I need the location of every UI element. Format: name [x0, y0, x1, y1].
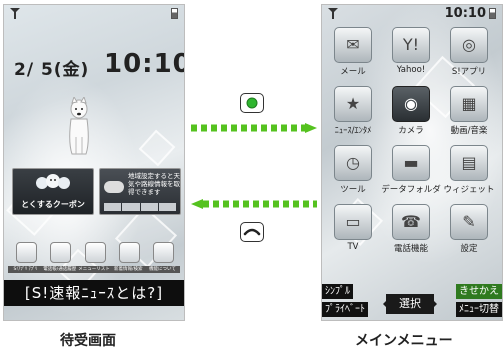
coupon-label: とくするクーポン — [21, 200, 85, 209]
battery-icon — [489, 8, 496, 19]
shortcut-search[interactable]: 新着情報/検索 — [110, 241, 146, 273]
menu-item-s-appli[interactable]: ◎ S!アプリ — [440, 25, 498, 81]
camera-icon: ◉ — [392, 86, 430, 122]
shortcut-app[interactable]: S!ｱﾌﾟﾘ ｱﾌﾟﾘ — [8, 241, 43, 273]
weather-message: 地域設定すると天気や路線情報を取得できます — [128, 172, 180, 196]
menu-item-label: ﾆｭｰｽ/ｴﾝﾀﾒ — [334, 126, 372, 136]
antenna-icon — [328, 8, 338, 19]
softkey-menu-switch[interactable]: ﾒﾆｭｰ切替 — [456, 302, 502, 317]
game-controller-icon: ◎ — [450, 27, 488, 63]
standby-caption: 待受画面 — [60, 333, 116, 349]
news-icon: ★ — [334, 86, 372, 122]
news-ticker[interactable]: [S!速報ﾆｭｰｽとは?] — [4, 280, 184, 306]
shortcut-label: S!ｱﾌﾟﾘ ｱﾌﾟﾘ — [8, 266, 43, 273]
arrow-right-icon — [191, 123, 317, 133]
menu-item-settings[interactable]: ✎ 設定 — [440, 202, 498, 258]
menu-item-label: TV — [347, 242, 359, 252]
shortcut-label: メニューリスト — [76, 266, 112, 273]
menu-item-label: ウィジェット — [443, 185, 495, 195]
camera-icon — [118, 242, 140, 263]
menu-item-mail[interactable]: ✉ メール — [324, 25, 382, 81]
clock-display: 10:10 — [104, 49, 185, 79]
phone-icon: ☎ — [392, 204, 430, 240]
softkey-select[interactable]: 選択 — [383, 294, 437, 314]
battery-icon — [171, 8, 178, 19]
shortcut-label: 機能について — [145, 266, 180, 273]
date-display: 2/ 5(金) — [14, 60, 90, 80]
help-icon — [153, 242, 174, 263]
folder-icon: ▬ — [392, 145, 430, 181]
antenna-icon — [10, 8, 20, 19]
softkey-private[interactable]: ﾌﾟﾗｲﾍﾞｰﾄ — [322, 302, 368, 317]
cloud-icon — [104, 181, 124, 193]
shortcut-menu-list[interactable]: メニューリスト — [76, 241, 112, 273]
menu-item-camera[interactable]: ◉ カメラ — [382, 84, 440, 140]
widget-icon: ▤ — [450, 145, 488, 181]
media-icon: ▦ — [450, 86, 488, 122]
menu-item-label: 設定 — [460, 244, 478, 254]
wrench-icon: ✎ — [450, 204, 488, 240]
menu-item-media[interactable]: ▦ 動画/音楽 — [440, 84, 498, 140]
menu-item-label: データフォルダ — [381, 185, 441, 195]
yahoo-icon: Y! — [392, 27, 430, 63]
menu-item-label: Yahoo! — [396, 65, 426, 75]
main-menu-screen: 10:10 ✉ メール Y! Yahoo! ◎ S!アプリ ★ ﾆｭｰｽ/ｴﾝﾀ… — [321, 4, 503, 321]
end-call-key-icon — [240, 222, 264, 242]
dog-mascot-icon — [69, 97, 89, 155]
menu-item-tools[interactable]: ◷ ツール — [324, 143, 382, 199]
weather-tabs[interactable] — [104, 203, 176, 211]
menu-item-label: 動画/音楽 — [450, 126, 488, 136]
tv-icon: ▭ — [334, 204, 372, 240]
menu-item-label: 電話機能 — [393, 244, 428, 254]
center-key-icon — [240, 93, 264, 113]
contacts-icon — [50, 242, 72, 263]
weather-widget[interactable]: 地域設定すると天気や路線情報を取得できます — [99, 168, 181, 215]
arrow-left-icon — [191, 199, 317, 209]
menu-item-widget[interactable]: ▤ ウィジェット — [440, 143, 498, 199]
standby-screen: 2/ 5(金) 10:10 とくするクーポン 地域設定すると天気や路線情報を取得… — [3, 4, 185, 321]
status-time: 10:10 — [444, 6, 486, 21]
menu-item-label: メール — [340, 67, 366, 77]
status-bar — [4, 5, 184, 21]
menu-item-data-folder[interactable]: ▬ データフォルダ — [381, 143, 441, 199]
coupon-characters-icon — [36, 174, 70, 189]
menu-item-label: ツール — [340, 185, 366, 195]
menu-list-icon — [84, 242, 106, 263]
menu-item-label: カメラ — [398, 126, 424, 136]
background-glass-shape — [138, 129, 176, 167]
clock-icon: ◷ — [334, 145, 372, 181]
shortcut-row: S!ｱﾌﾟﾘ ｱﾌﾟﾘ 電話帳/通話履歴 メニューリスト 新着情報/検索 機能に… — [8, 241, 180, 273]
menu-caption: メインメニュー — [355, 333, 453, 349]
menu-item-news[interactable]: ★ ﾆｭｰｽ/ｴﾝﾀﾒ — [324, 84, 382, 140]
menu-item-tv[interactable]: ▭ TV — [324, 202, 382, 258]
shortcut-label: 電話帳/通話履歴 — [42, 266, 78, 273]
app-icon — [16, 242, 37, 263]
shortcut-label: 新着情報/検索 — [110, 266, 146, 273]
shortcut-help[interactable]: 機能について — [145, 241, 180, 273]
coupon-widget[interactable]: とくするクーポン — [12, 168, 94, 215]
menu-item-label: S!アプリ — [451, 67, 487, 77]
shortcut-contacts[interactable]: 電話帳/通話履歴 — [42, 241, 78, 273]
menu-grid: ✉ メール Y! Yahoo! ◎ S!アプリ ★ ﾆｭｰｽ/ｴﾝﾀﾒ ◉ カメ… — [324, 25, 500, 258]
softkey-simple[interactable]: ｼﾝﾌﾟﾙ — [322, 284, 353, 299]
softkey-kisekae[interactable]: きせかえ — [456, 284, 502, 299]
menu-item-phone[interactable]: ☎ 電話機能 — [382, 202, 440, 258]
menu-item-yahoo[interactable]: Y! Yahoo! — [382, 25, 440, 81]
mail-icon: ✉ — [334, 27, 372, 63]
softkey-bar: ｼﾝﾌﾟﾙ ﾌﾟﾗｲﾍﾞｰﾄ 選択 きせかえ ﾒﾆｭｰ切替 — [322, 284, 502, 320]
status-bar: 10:10 — [322, 5, 502, 21]
